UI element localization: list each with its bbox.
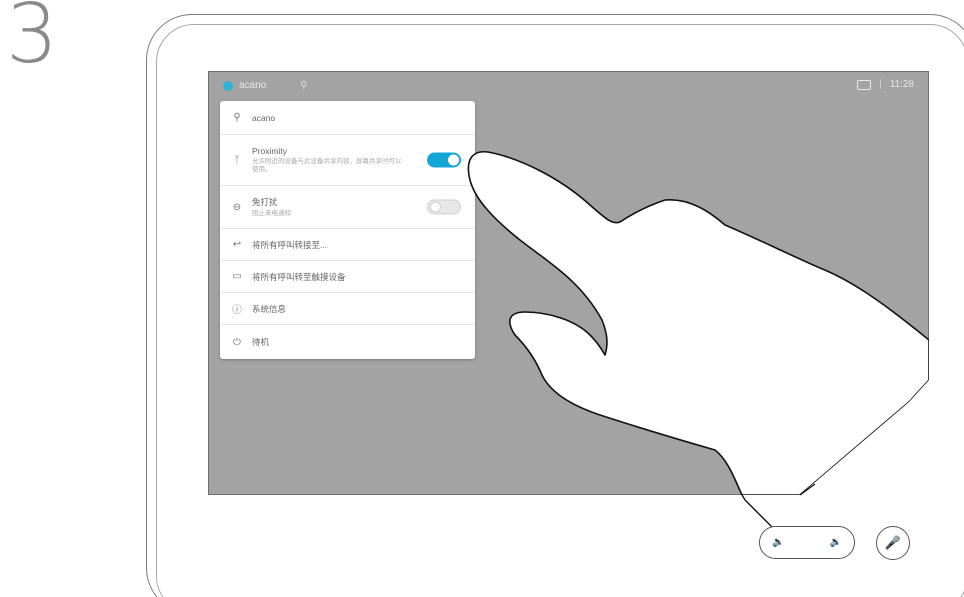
step-number: 3 [6, 0, 59, 82]
microphone-mute-icon: 🎤 [884, 535, 902, 551]
menu-item-standby[interactable]: ⏻ 待机 [220, 325, 475, 359]
status-dot-icon [223, 80, 233, 91]
menu-item-proximity[interactable]: ᛉ Proximity 允许附近的设备与此设备共享内容，屏幕共享时可以使用。 [220, 135, 475, 186]
page: 3 acano ⚲ | 11:28 ⚲ acano ᛉ Proximity 允许… [0, 0, 964, 597]
volume-control[interactable]: 🔈 🔉 [759, 526, 855, 559]
clock: 11:28 [889, 79, 914, 90]
menu-item-forward-touch-device[interactable]: ▭ 将所有呼叫转至触摸设备 [220, 261, 475, 293]
menu-item-do-not-disturb[interactable]: ⊖ 免打扰 阻止来电通知 [220, 186, 475, 229]
touch-device-icon: ▭ [232, 271, 242, 282]
volume-down-icon[interactable]: 🔈 [772, 537, 784, 548]
menu-item-label: Proximity [252, 145, 287, 156]
forward-call-icon: ↩ [232, 239, 242, 250]
menu-item-label: acano [252, 112, 276, 123]
info-icon: ⓘ [232, 305, 242, 316]
menu-item-system-name[interactable]: ⚲ acano [220, 101, 475, 135]
microphone-mute-button[interactable]: 🎤 [876, 526, 910, 560]
do-not-disturb-icon: ⊖ [232, 201, 242, 213]
proximity-toggle[interactable] [427, 152, 461, 168]
device-screen: acano ⚲ | 11:28 ⚲ acano ᛉ Proximity 允许附近… [208, 71, 929, 495]
menu-item-label: 系统信息 [252, 303, 287, 314]
power-icon: ⏻ [233, 336, 241, 348]
menu-item-label: 免打扰 [252, 196, 278, 207]
menu-item-system-info[interactable]: ⓘ 系统信息 [220, 293, 475, 325]
location-pin-icon: ⚲ [233, 112, 241, 123]
menu-item-description: 允许附近的设备与此设备共享内容，屏幕共享时可以使用。 [252, 157, 402, 173]
volume-up-icon[interactable]: 🔉 [830, 537, 842, 548]
topbar-left: acano ⚲ [223, 80, 308, 91]
menu-item-label: 将所有呼叫转接至... [252, 239, 328, 250]
do-not-disturb-toggle[interactable] [427, 199, 461, 215]
menu-item-description: 阻止来电通知 [252, 209, 291, 217]
menu-item-label: 将所有呼叫转至触摸设备 [252, 271, 346, 282]
topbar-right: | 11:28 [857, 79, 914, 90]
camera-icon[interactable] [857, 79, 872, 90]
system-name[interactable]: acano [239, 80, 266, 91]
proximity-indicator-icon: ⚲ [300, 80, 308, 91]
menu-item-forward-calls[interactable]: ↩ 将所有呼叫转接至... [220, 229, 475, 261]
settings-menu: ⚲ acano ᛉ Proximity 允许附近的设备与此设备共享内容，屏幕共享… [220, 101, 475, 359]
menu-item-label: 待机 [252, 337, 270, 347]
proximity-icon: ᛉ [234, 154, 240, 166]
topbar-separator: | [879, 79, 882, 90]
